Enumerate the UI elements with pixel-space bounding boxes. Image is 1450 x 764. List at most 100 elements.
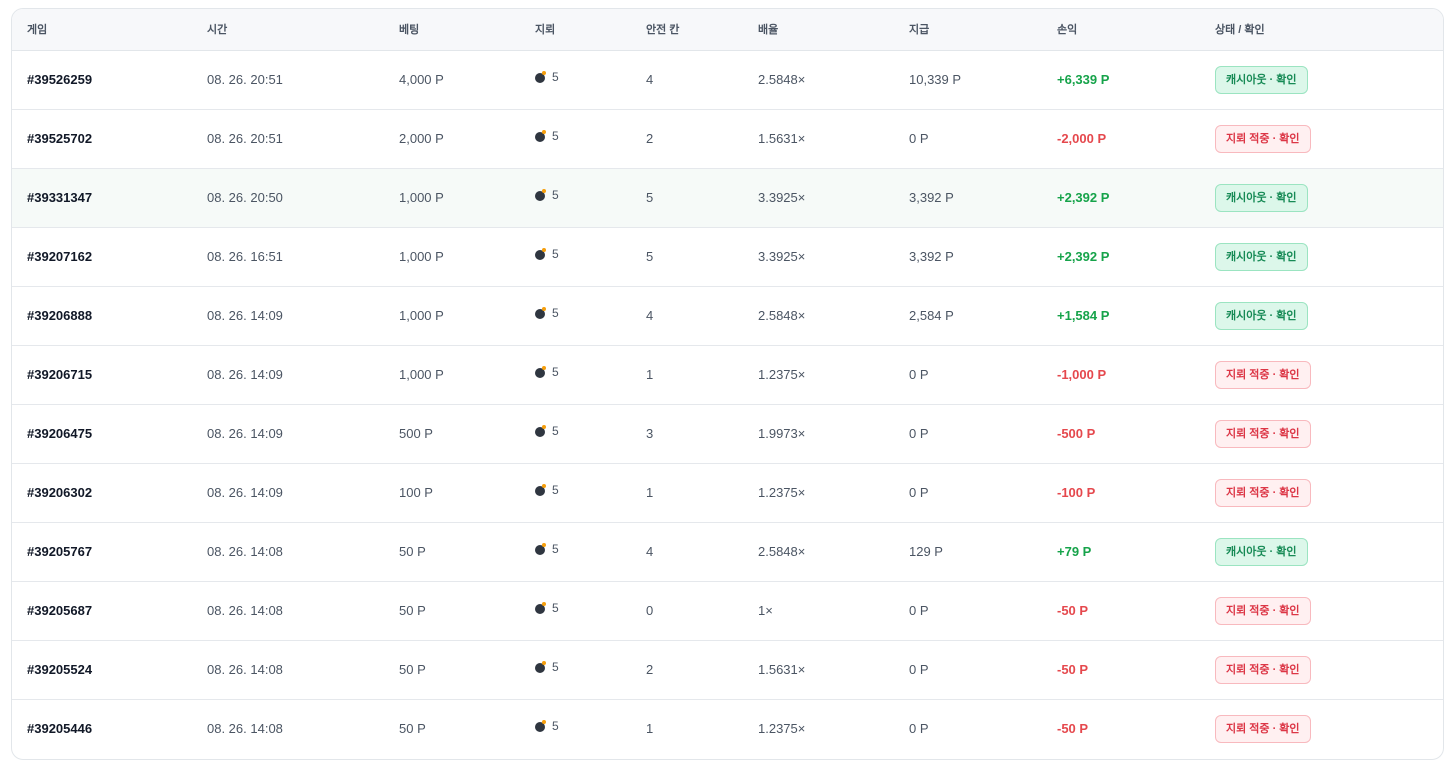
- payout-cell: 10,339 P: [909, 72, 962, 87]
- status-badge-button[interactable]: 지뢰 적중 · 확인: [1215, 714, 1311, 743]
- mines-wrap: 5: [535, 483, 559, 497]
- status-badge-button[interactable]: 지뢰 적중 · 확인: [1215, 360, 1311, 389]
- profit-loss-cell: +2,392 P: [1057, 226, 1215, 286]
- column-header-status[interactable]: 상태 / 확인: [1215, 9, 1443, 51]
- table-row[interactable]: #39206715 08. 26. 14:09 1,000 P 5 1 1.2375× 0 …: [12, 344, 1443, 404]
- game-id-cell[interactable]: #39207162: [12, 226, 207, 286]
- status-badge-button[interactable]: 캐시아웃 · 확인: [1215, 65, 1308, 94]
- status-badge-button[interactable]: 지뢰 적중 · 확인: [1215, 124, 1311, 153]
- bet-cell: 100 P: [399, 462, 535, 522]
- game-id-cell[interactable]: #39206475: [12, 403, 207, 463]
- game-id-cell[interactable]: #39206715: [12, 344, 207, 404]
- time-cell: 08. 26. 14:08: [207, 698, 399, 758]
- time-cell: 08. 26. 20:51: [207, 108, 399, 168]
- safe-tiles-cell: 4: [646, 285, 758, 345]
- status-badge-button[interactable]: 캐시아웃 · 확인: [1215, 537, 1308, 566]
- game-id-cell[interactable]: #39526259: [12, 50, 207, 109]
- bet-cell: 500 P: [399, 403, 535, 463]
- payout-cell: 0 P: [909, 639, 1057, 699]
- mine-count: 5: [552, 719, 559, 734]
- game-id-cell[interactable]: #39205524: [12, 639, 207, 699]
- status-cell: 지뢰 적중 · 확인: [1215, 462, 1443, 522]
- status-badge-button[interactable]: 캐시아웃 · 확인: [1215, 301, 1308, 330]
- status-cell: 캐시아웃 · 확인: [1215, 167, 1443, 227]
- table-row[interactable]: #39205687 08. 26. 14:08 50 P 5 0 1× 0 P -50 P 지뢰…: [12, 580, 1443, 640]
- table-row[interactable]: #39205524 08. 26. 14:08 50 P 5 2 1.5631× 0 P -5…: [12, 639, 1443, 699]
- safe-tiles-cell: 5: [646, 167, 758, 227]
- bomb-icon: [535, 484, 546, 496]
- profit-loss-cell: -500 P: [1057, 403, 1215, 463]
- safe-tiles-cell: 1: [646, 344, 758, 404]
- column-header-payout[interactable]: 지급: [909, 9, 1057, 51]
- column-header-multiplier[interactable]: 배율: [758, 9, 909, 51]
- bet-cell: 50 P: [399, 698, 535, 758]
- bomb-icon: [535, 425, 546, 437]
- game-id-cell[interactable]: #39331347: [12, 167, 207, 227]
- payout-cell: 2,584 P: [909, 285, 1057, 345]
- mines-wrap: 5: [535, 365, 559, 379]
- table-row[interactable]: #39525702 08. 26. 20:51 2,000 P 5 2 1.5631× 0 …: [12, 108, 1443, 168]
- mines-cell: 5: [535, 580, 646, 640]
- game-id-cell[interactable]: #39205446: [12, 698, 207, 758]
- table-row[interactable]: #39205767 08. 26. 14:08 50 P 5 4 2.5848× 129 P…: [12, 521, 1443, 581]
- mine-count: 5: [552, 483, 559, 497]
- mine-count: 5: [552, 188, 559, 202]
- safe-tiles-cell: 4: [646, 72, 654, 87]
- table-row[interactable]: #39331347 08. 26. 20:50 1,000 P 5 5 3.3925× 3,…: [12, 167, 1443, 227]
- payout-cell: 3,392 P: [909, 226, 1057, 286]
- mines-cell: 5: [535, 698, 646, 758]
- table-header: 게임 시간 베팅 지뢰 안전 칸 배율 지급 손익 상태 / 확인: [12, 9, 1443, 51]
- game-id-cell[interactable]: #39205687: [12, 580, 207, 640]
- safe-tiles-cell: 2: [646, 108, 758, 168]
- multiplier-cell: 1.2375×: [758, 698, 909, 758]
- status-cell: 캐시아웃 · 확인: [1215, 521, 1443, 581]
- mines-wrap: 5: [535, 719, 559, 733]
- game-id-cell[interactable]: #39205767: [12, 521, 207, 581]
- status-cell: 캐시아웃 · 확인: [1215, 285, 1443, 345]
- status-cell: 지뢰 적중 · 확인: [1215, 639, 1443, 699]
- status-cell: 지뢰 적중 · 확인: [1215, 403, 1443, 463]
- status-badge-button[interactable]: 지뢰 적중 · 확인: [1215, 478, 1311, 507]
- profit-loss-cell: -2,000 P: [1057, 108, 1215, 168]
- column-header-time[interactable]: 시간: [207, 9, 399, 51]
- bet-cell: 1,000 P: [399, 285, 535, 345]
- profit-loss-cell: -50 P: [1057, 698, 1215, 758]
- game-id-cell[interactable]: #39206888: [12, 285, 207, 345]
- column-header-safe-tiles[interactable]: 안전 칸: [646, 9, 758, 51]
- bet-cell: 50 P: [399, 580, 535, 640]
- status-badge-button[interactable]: 캐시아웃 · 확인: [1215, 242, 1308, 271]
- column-header-mines[interactable]: 지뢰: [535, 9, 646, 51]
- status-badge-button[interactable]: 지뢰 적중 · 확인: [1215, 419, 1311, 448]
- payout-cell: 0 P: [909, 403, 1057, 463]
- time-cell: 08. 26. 20:51: [207, 72, 283, 87]
- bomb-icon: [535, 366, 546, 378]
- bomb-icon: [535, 661, 546, 673]
- profit-loss-cell: -50 P: [1057, 639, 1215, 699]
- multiplier-cell: 1.9973×: [758, 403, 909, 463]
- column-header-game[interactable]: 게임: [12, 9, 207, 51]
- mines-cell: 5: [535, 285, 646, 345]
- mine-count: 5: [552, 247, 559, 261]
- status-cell: 지뢰 적중 · 확인: [1215, 108, 1443, 168]
- safe-tiles-cell: 2: [646, 639, 758, 699]
- multiplier-cell: 2.5848×: [758, 285, 909, 345]
- game-id-cell[interactable]: #39206302: [12, 462, 207, 522]
- game-id-cell[interactable]: #39525702: [12, 108, 207, 168]
- status-badge-button[interactable]: 지뢰 적중 · 확인: [1215, 596, 1311, 625]
- bet-cell: 1,000 P: [399, 344, 535, 404]
- table-row[interactable]: #39206888 08. 26. 14:09 1,000 P 5 4 2.5848× 2,…: [12, 285, 1443, 345]
- time-cell: 08. 26. 14:08: [207, 639, 399, 699]
- mines-wrap: 5: [535, 660, 559, 674]
- mine-count: 5: [552, 365, 559, 379]
- mines-wrap: 5: [535, 424, 559, 438]
- table-row[interactable]: #39206302 08. 26. 14:09 100 P 5 1 1.2375× 0 P-…: [12, 462, 1443, 522]
- table-row[interactable]: #39526259 08. 26. 20:51 4,000 P 5 4 2.5848× 10…: [12, 50, 1443, 109]
- status-badge-button[interactable]: 지뢰 적중 · 확인: [1215, 655, 1311, 684]
- column-header-profit-loss[interactable]: 손익: [1057, 9, 1215, 51]
- table-row[interactable]: #39205446 08. 26. 14:08 50 P 5 1 1.2375× 0 P -5…: [12, 698, 1443, 758]
- status-badge-button[interactable]: 캐시아웃 · 확인: [1215, 183, 1308, 212]
- table-row[interactable]: #39206475 08. 26. 14:09 500 P 5 3 1.9973× 0 P-…: [12, 403, 1443, 463]
- table-row[interactable]: #39207162 08. 26. 16:51 1,000 P 5 5 3.3925× 3,…: [12, 226, 1443, 286]
- bomb-icon: [535, 71, 546, 83]
- column-header-bet[interactable]: 베팅: [399, 9, 535, 51]
